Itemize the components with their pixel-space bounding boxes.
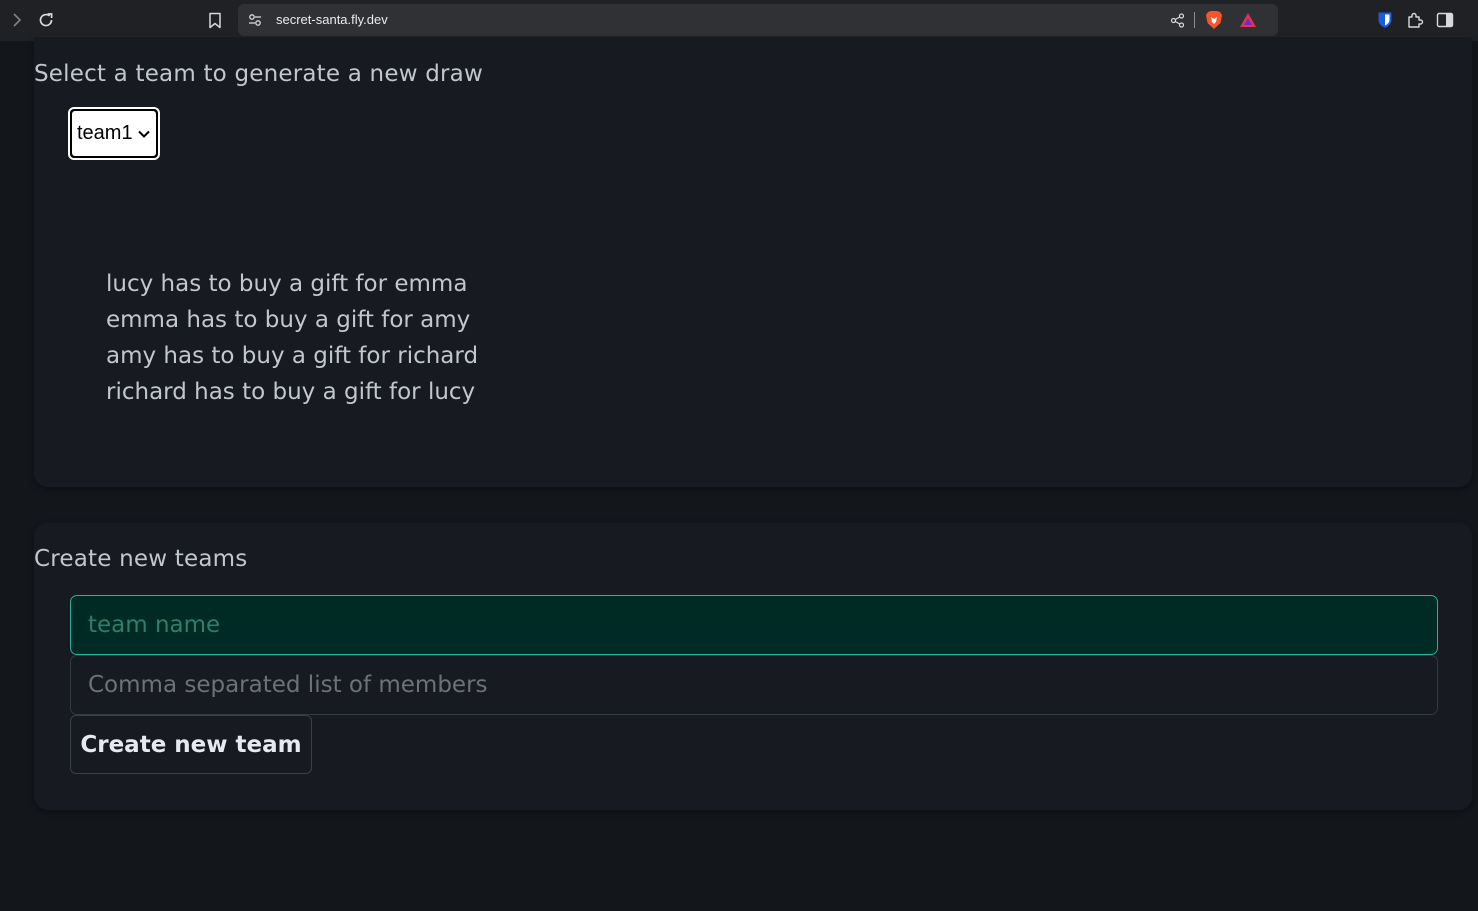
draw-result-item: lucy has to buy a gift for emma (106, 271, 468, 297)
draw-result-item: richard has to buy a gift for lucy (106, 379, 476, 405)
extensions-icon[interactable] (1404, 9, 1426, 31)
members-input[interactable] (70, 655, 1438, 715)
bitwarden-icon[interactable] (1374, 9, 1396, 31)
team-select-value: team1 (77, 122, 133, 144)
address-bar[interactable]: secret-santa.fly.dev (238, 4, 1278, 36)
create-team-button[interactable]: Create new team (70, 715, 312, 774)
create-team-section: Create new teams Create new team (34, 523, 1472, 810)
brave-shields-icon[interactable] (1204, 10, 1224, 30)
url-text[interactable]: secret-santa.fly.dev (276, 4, 388, 36)
chevron-down-icon (137, 127, 151, 141)
browser-toolbar: secret-santa.fly.dev (0, 0, 1478, 41)
draw-result-item: amy has to buy a gift for richard (106, 343, 479, 369)
team-select-field[interactable]: team1 (72, 111, 156, 156)
page-content: Select a team to generate a new draw tea… (0, 37, 1478, 911)
draw-section: Select a team to generate a new draw tea… (34, 37, 1472, 487)
site-info-icon[interactable] (246, 10, 264, 30)
share-icon[interactable] (1168, 11, 1186, 29)
brave-rewards-icon[interactable] (1238, 10, 1258, 30)
draw-result-item: emma has to buy a gift for amy (106, 307, 471, 333)
create-section-title: Create new teams (34, 546, 248, 573)
team-select[interactable]: team1 (68, 107, 160, 160)
forward-icon[interactable] (6, 9, 28, 31)
draw-section-title: Select a team to generate a new draw (34, 61, 483, 88)
address-bar-divider (1194, 12, 1195, 28)
reload-icon[interactable] (35, 9, 57, 31)
draw-results-list: lucy has to buy a gift for emma emma has… (106, 266, 478, 410)
team-name-input[interactable] (70, 595, 1438, 655)
bookmark-icon[interactable] (204, 9, 226, 31)
sidebar-toggle-icon[interactable] (1434, 9, 1456, 31)
